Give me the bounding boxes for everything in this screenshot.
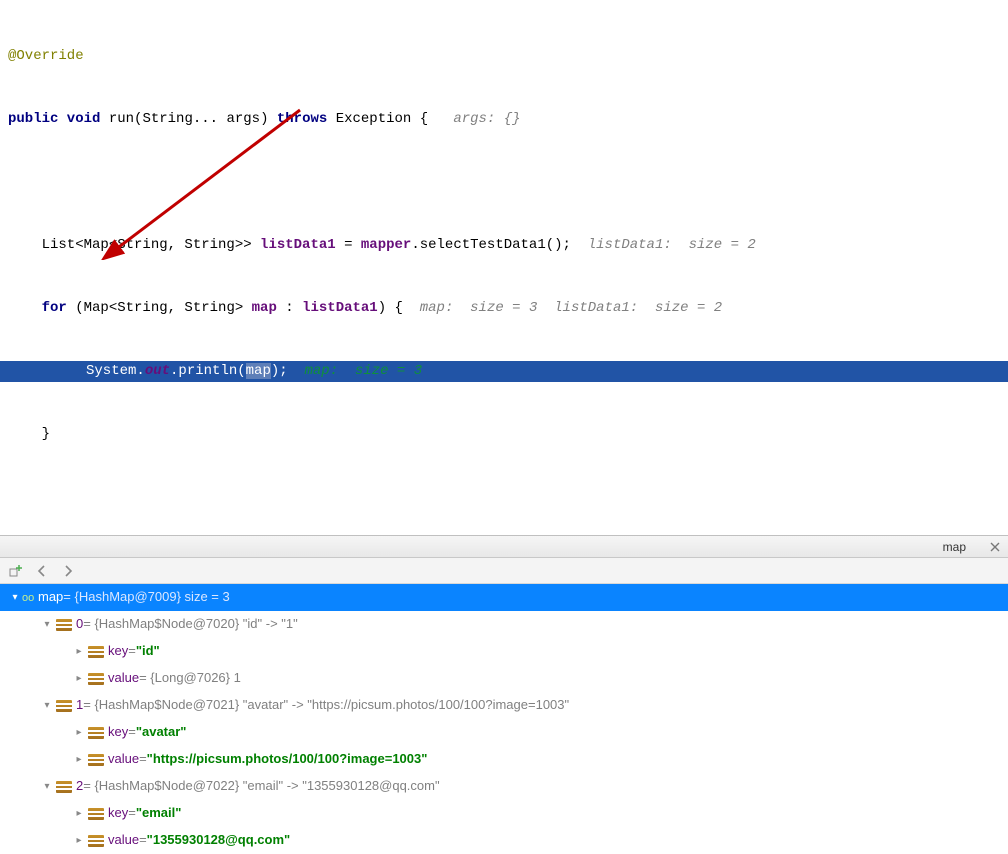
object-icon (56, 700, 72, 712)
tree-row[interactable]: ▸ key = "avatar" (0, 719, 1008, 746)
object-icon (56, 619, 72, 631)
annotation-override: @Override (8, 48, 84, 64)
inline-hint: args: {} (453, 111, 520, 127)
tree-row[interactable]: ▾ 0 = {HashMap$Node@7020} "id" -> "1" (0, 611, 1008, 638)
tree-row[interactable]: ▸ value = {Long@7026} 1 (0, 665, 1008, 692)
object-icon (88, 727, 104, 739)
object-icon (88, 646, 104, 658)
inline-hint: map: size = 3 (304, 363, 422, 379)
chevron-right-icon[interactable]: ▸ (72, 804, 86, 823)
tree-row[interactable]: ▸ key = "id" (0, 638, 1008, 665)
debugger-tab-title[interactable]: map (943, 540, 966, 554)
chevron-down-icon[interactable]: ▾ (40, 615, 54, 634)
chevron-right-icon[interactable]: ▸ (72, 750, 86, 769)
object-icon (56, 781, 72, 793)
selected-variable: map (246, 363, 271, 379)
chevron-right-icon[interactable]: ▸ (72, 723, 86, 742)
object-icon (88, 754, 104, 766)
new-watch-icon[interactable] (8, 563, 24, 579)
tree-row[interactable]: ▾ 1 = {HashMap$Node@7021} "avatar" -> "h… (0, 692, 1008, 719)
inline-hint: map: size = 3 listData1: size = 2 (420, 300, 722, 316)
nav-back-icon[interactable] (34, 563, 50, 579)
variables-tree[interactable]: ▾ oo map = {HashMap@7009} size = 3 ▾ 0 =… (0, 584, 1008, 854)
tree-row[interactable]: ▾ 2 = {HashMap$Node@7022} "email" -> "13… (0, 773, 1008, 800)
var-desc: = {HashMap@7009} size = 3 (63, 585, 229, 610)
inline-hint: listData1: size = 2 (588, 237, 764, 253)
tree-row[interactable]: ▸ value = "https://picsum.photos/100/100… (0, 746, 1008, 773)
debugger-panel: map ▾ oo map = {HashMap@7009} size = 3 ▾… (0, 535, 1008, 854)
watch-icon: oo (22, 592, 34, 604)
debugger-toolbar (0, 558, 1008, 584)
chevron-right-icon[interactable]: ▸ (72, 669, 86, 688)
chevron-right-icon[interactable]: ▸ (72, 831, 86, 850)
code-editor[interactable]: @Override public void run(String... args… (0, 0, 1008, 529)
object-icon (88, 673, 104, 685)
var-name: map (38, 585, 63, 610)
chevron-down-icon[interactable]: ▾ (40, 696, 54, 715)
tree-row[interactable]: ▸ value = "1355930128@qq.com" (0, 827, 1008, 854)
chevron-down-icon[interactable]: ▾ (40, 777, 54, 796)
tree-row-root[interactable]: ▾ oo map = {HashMap@7009} size = 3 (0, 584, 1008, 611)
chevron-right-icon[interactable]: ▸ (72, 642, 86, 661)
tree-row[interactable]: ▸ key = "email" (0, 800, 1008, 827)
chevron-down-icon[interactable]: ▾ (8, 588, 22, 607)
nav-forward-icon[interactable] (60, 563, 76, 579)
object-icon (88, 835, 104, 847)
object-icon (88, 808, 104, 820)
close-icon[interactable] (986, 538, 1004, 556)
debugger-tab-bar: map (0, 536, 1008, 558)
execution-line: System.out.println(map); map: size = 3 (0, 361, 1008, 382)
